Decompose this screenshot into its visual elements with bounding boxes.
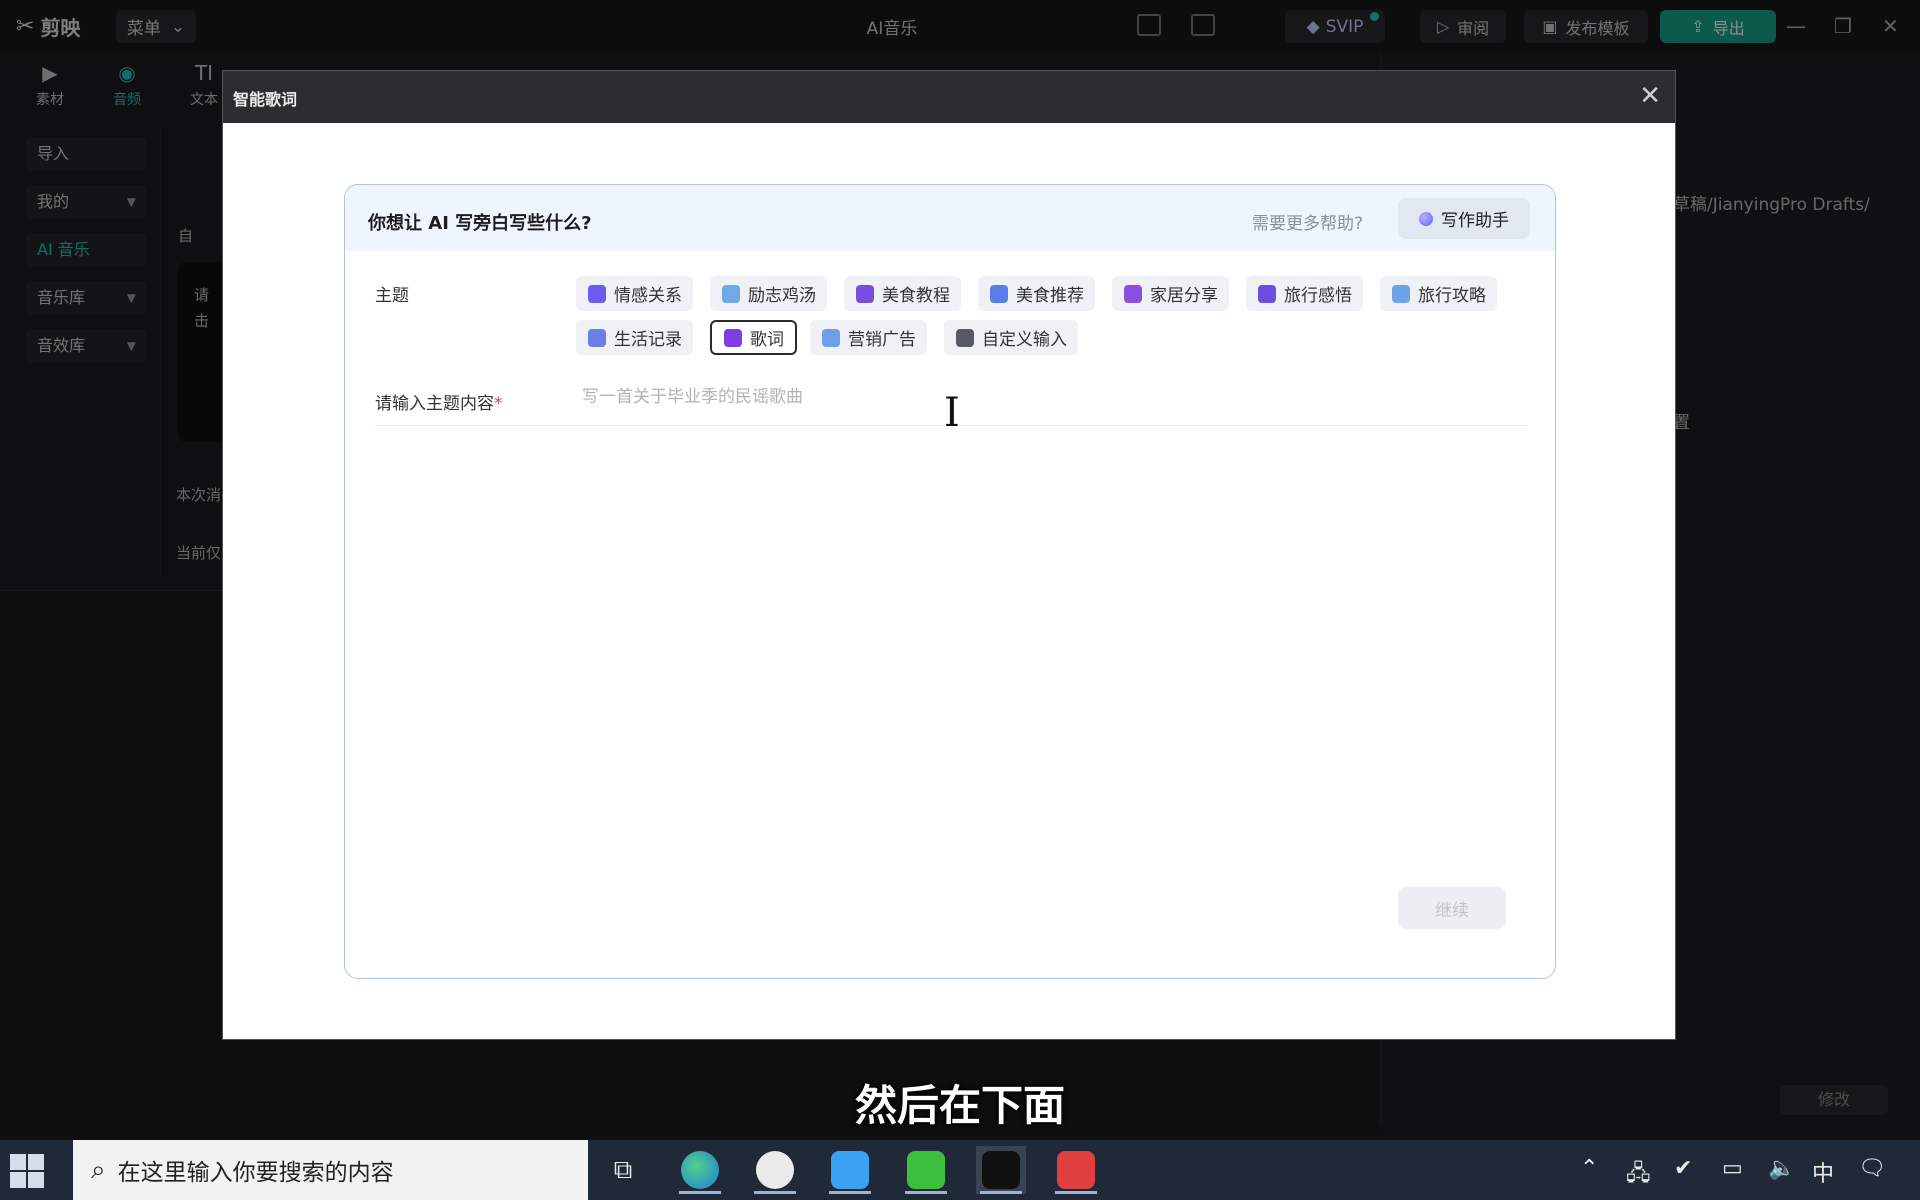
assistant-label: 写作助手 <box>1441 211 1509 231</box>
person-icon <box>1124 284 1142 303</box>
topic-chip-label: 生活记录 <box>614 330 682 350</box>
photo-icon <box>1258 284 1276 303</box>
writing-assistant-button[interactable]: 写作助手 <box>1398 198 1530 239</box>
video-subtitle: 然后在下面 <box>854 1081 1065 1130</box>
dialog-header: 智能歌词 ✕ <box>223 71 1675 123</box>
map-pin-icon <box>1392 284 1410 303</box>
card-header: 你想让 AI 写旁白写些什么? 需要更多帮助? 写作助手 <box>345 185 1555 251</box>
edit-icon <box>956 328 974 347</box>
topic-chip-motivation[interactable]: 励志鸡汤 <box>710 276 827 311</box>
text-cursor-icon: I <box>944 390 960 436</box>
davinci-glyph <box>756 1151 794 1189</box>
required-mark: * <box>494 394 503 414</box>
file-explorer-icon[interactable] <box>825 1146 875 1194</box>
camtasia-green-glyph <box>907 1151 945 1189</box>
running-indicator <box>754 1191 796 1194</box>
checkmark-app-icon[interactable]: ✔ <box>1674 1156 1692 1181</box>
file-explorer-glyph <box>831 1151 869 1189</box>
book-icon <box>588 328 606 347</box>
lyrics-card: 你想让 AI 写旁白写些什么? 需要更多帮助? 写作助手 主题 情感关系 励志鸡… <box>344 184 1556 979</box>
taskbar-search-text: 在这里输入你要搜索的内容 <box>117 1160 394 1186</box>
camtasia-red-icon[interactable] <box>1051 1146 1101 1194</box>
capcut-icon[interactable] <box>976 1146 1026 1194</box>
close-icon[interactable]: ✕ <box>1639 81 1661 111</box>
topic-chip-label: 励志鸡汤 <box>748 286 816 306</box>
topic-input-label: 请输入主题内容* <box>375 389 503 414</box>
taskbar-search[interactable]: ⌕ 在这里输入你要搜索的内容 <box>73 1140 588 1200</box>
topic-label: 主题 <box>375 286 409 306</box>
topic-chip-label: 旅行攻略 <box>1418 286 1486 306</box>
edge-glyph <box>681 1151 719 1189</box>
start-tile <box>10 1172 26 1188</box>
camtasia-red-glyph <box>1057 1151 1095 1189</box>
topic-chip-marketing[interactable]: 营销广告 <box>810 320 927 355</box>
capcut-glyph <box>982 1151 1020 1189</box>
network-icon[interactable]: 🖧 <box>1626 1156 1651 1194</box>
start-tile <box>28 1154 44 1170</box>
card-question: 你想让 AI 写旁白写些什么? <box>368 213 592 234</box>
topic-chip-travel-guide[interactable]: 旅行攻略 <box>1380 276 1497 311</box>
task-view-icon[interactable]: ⧉ <box>598 1146 648 1194</box>
person-heart-icon <box>588 284 606 303</box>
running-indicator <box>980 1191 1022 1194</box>
topic-chip-label: 歌词 <box>750 330 784 350</box>
topic-chip-food-recommend[interactable]: 美食推荐 <box>978 276 1095 311</box>
windows-taskbar: ⌕ 在这里输入你要搜索的内容 ⧉ ⌃ 🖧 ✔ ▭ 🔈 中 🗨 <box>0 1140 1920 1200</box>
billboard-icon <box>822 328 840 347</box>
topic-chip-home[interactable]: 家居分享 <box>1112 276 1229 311</box>
running-indicator <box>829 1191 871 1194</box>
topic-chip-food-tutorial[interactable]: 美食教程 <box>844 276 961 311</box>
topic-input-label-text: 请输入主题内容 <box>375 394 494 414</box>
app-window: ✂ 剪映 菜单 ⌄ AI音乐 ◆ SVIP ▷ 审阅 ▣ 发布模板 ⇪ 导出 — ❐ ✕ ▶… <box>0 0 1920 1140</box>
volume-icon[interactable]: 🔈 <box>1768 1156 1795 1181</box>
topic-chip-relationship[interactable]: 情感关系 <box>576 276 693 311</box>
topic-content-input[interactable] <box>582 385 1422 409</box>
topic-chip-label: 美食教程 <box>882 286 950 306</box>
camtasia-green-icon[interactable] <box>901 1146 951 1194</box>
arm-icon <box>722 284 740 303</box>
topic-chip-label: 自定义输入 <box>982 330 1067 350</box>
continue-button[interactable]: 继续 <box>1398 887 1506 929</box>
dish-icon <box>990 284 1008 303</box>
music-note-icon <box>724 328 742 347</box>
running-indicator <box>905 1191 947 1194</box>
assistant-orb-icon <box>1419 211 1433 226</box>
topic-chip-label: 美食推荐 <box>1016 286 1084 306</box>
battery-icon[interactable]: ▭ <box>1722 1156 1743 1181</box>
start-tile <box>28 1172 44 1188</box>
topic-chip-label: 旅行感悟 <box>1284 286 1352 306</box>
ime-indicator[interactable]: 中 <box>1812 1156 1834 1188</box>
topic-chip-custom[interactable]: 自定义输入 <box>944 320 1078 355</box>
smart-lyrics-dialog: 智能歌词 ✕ 你想让 AI 写旁白写些什么? 需要更多帮助? 写作助手 主题 情… <box>222 70 1676 1040</box>
show-hidden-icons-icon[interactable]: ⌃ <box>1580 1156 1598 1181</box>
notification-icon[interactable]: 🗨 <box>1858 1156 1886 1181</box>
help-text: 需要更多帮助? <box>1252 214 1364 234</box>
topic-chip-label: 家居分享 <box>1150 286 1218 306</box>
topic-chip-life-record[interactable]: 生活记录 <box>576 320 693 355</box>
cup-icon <box>856 284 874 303</box>
topic-chip-label: 营销广告 <box>848 330 916 350</box>
task-view-glyph: ⧉ <box>613 1154 633 1185</box>
davinci-icon[interactable] <box>750 1146 800 1194</box>
windows-start-icon[interactable] <box>10 1154 46 1190</box>
running-indicator <box>679 1191 721 1194</box>
start-tile <box>10 1154 26 1170</box>
topic-chip-label: 情感关系 <box>614 286 682 306</box>
topic-chip-lyrics[interactable]: 歌词 <box>710 320 797 355</box>
dialog-title: 智能歌词 <box>233 90 298 109</box>
search-icon: ⌕ <box>91 1154 106 1185</box>
topic-chip-travel-reflection[interactable]: 旅行感悟 <box>1246 276 1363 311</box>
running-indicator <box>1055 1191 1097 1194</box>
edge-browser-icon[interactable] <box>675 1146 725 1194</box>
